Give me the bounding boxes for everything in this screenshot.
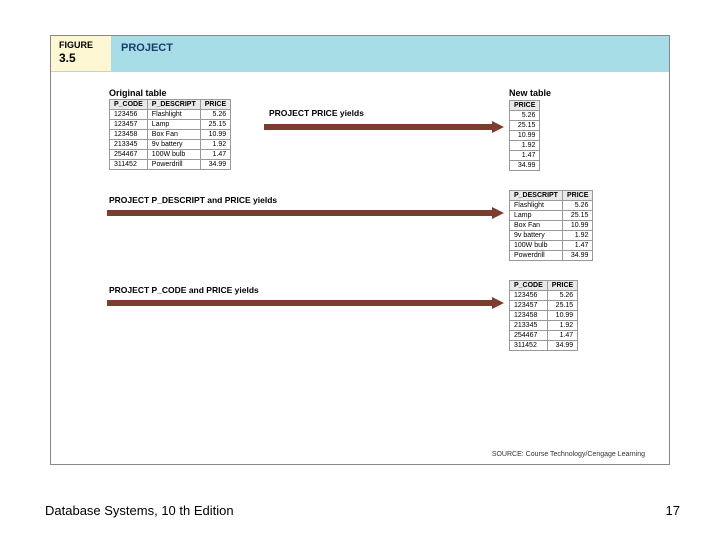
slide-footer-left: Database Systems, 10 th Edition bbox=[45, 503, 234, 518]
figure-container: FIGURE 3.5 PROJECT Original table P_CODE… bbox=[50, 35, 670, 465]
table-row: 9v battery1.92 bbox=[510, 231, 593, 241]
table-row: 123458Box Fan10.99 bbox=[110, 130, 231, 140]
table-row: Powerdrill34.99 bbox=[510, 251, 593, 261]
original-table: P_CODE P_DESCRIPT PRICE 123456Flashlight… bbox=[109, 99, 231, 170]
code-price-table: P_CODE PRICE 1234565.26 12345725.15 1234… bbox=[509, 280, 578, 351]
col-header: P_DESCRIPT bbox=[510, 191, 563, 201]
col-header: PRICE bbox=[200, 100, 230, 110]
table-row: 1.47 bbox=[510, 151, 540, 161]
table-row: 100W bulb1.47 bbox=[510, 241, 593, 251]
caption-new: New table bbox=[509, 88, 551, 98]
col-header: PRICE bbox=[547, 281, 577, 291]
col-header: PRICE bbox=[510, 101, 540, 111]
figure-word: FIGURE bbox=[59, 40, 103, 51]
table-row: 2133459v battery1.92 bbox=[110, 140, 231, 150]
col-header: P_DESCRIPT bbox=[147, 100, 200, 110]
table-row: 123457Lamp25.15 bbox=[110, 120, 231, 130]
table-row: 12345810.99 bbox=[510, 311, 578, 321]
table-row: 34.99 bbox=[510, 161, 540, 171]
table-row: 10.99 bbox=[510, 131, 540, 141]
table-row: 123456Flashlight5.26 bbox=[110, 110, 231, 120]
table-row: 12345725.15 bbox=[510, 301, 578, 311]
table-row: 2133451.92 bbox=[510, 321, 578, 331]
arrow-icon bbox=[107, 298, 504, 308]
yield-label-1: PROJECT PRICE yields bbox=[269, 108, 364, 118]
col-header: P_CODE bbox=[110, 100, 148, 110]
figure-source: SOURCE: Course Technology/Cengage Learni… bbox=[492, 451, 645, 458]
col-header: PRICE bbox=[562, 191, 592, 201]
descript-price-table: P_DESCRIPT PRICE Flashlight5.26 Lamp25.1… bbox=[509, 190, 593, 261]
table-row: 5.26 bbox=[510, 111, 540, 121]
table-row: 254467100W bulb1.47 bbox=[110, 150, 231, 160]
table-row: Lamp25.15 bbox=[510, 211, 593, 221]
figure-header: FIGURE 3.5 PROJECT bbox=[51, 36, 669, 71]
table-row: 31145234.99 bbox=[510, 341, 578, 351]
slide-page-number: 17 bbox=[666, 503, 680, 518]
table-row: 2544671.47 bbox=[510, 331, 578, 341]
figure-content: Original table P_CODE P_DESCRIPT PRICE 1… bbox=[51, 72, 669, 464]
figure-number: 3.5 bbox=[59, 51, 103, 65]
arrow-icon bbox=[107, 208, 504, 218]
yield-label-2: PROJECT P_DESCRIPT and PRICE yields bbox=[109, 195, 277, 205]
table-row: 1234565.26 bbox=[510, 291, 578, 301]
figure-title: PROJECT bbox=[111, 36, 183, 71]
table-row: Flashlight5.26 bbox=[510, 201, 593, 211]
col-header: P_CODE bbox=[510, 281, 548, 291]
figure-number-box: FIGURE 3.5 bbox=[51, 36, 111, 71]
caption-original: Original table bbox=[109, 88, 231, 98]
table-row: 25.15 bbox=[510, 121, 540, 131]
table-row: 311452Powerdrill34.99 bbox=[110, 160, 231, 170]
price-table: PRICE 5.26 25.15 10.99 1.92 1.47 34.99 bbox=[509, 100, 540, 171]
yield-label-3: PROJECT P_CODE and PRICE yields bbox=[109, 285, 259, 295]
table-row: 1.92 bbox=[510, 141, 540, 151]
table-row: Box Fan10.99 bbox=[510, 221, 593, 231]
arrow-icon bbox=[264, 122, 504, 132]
